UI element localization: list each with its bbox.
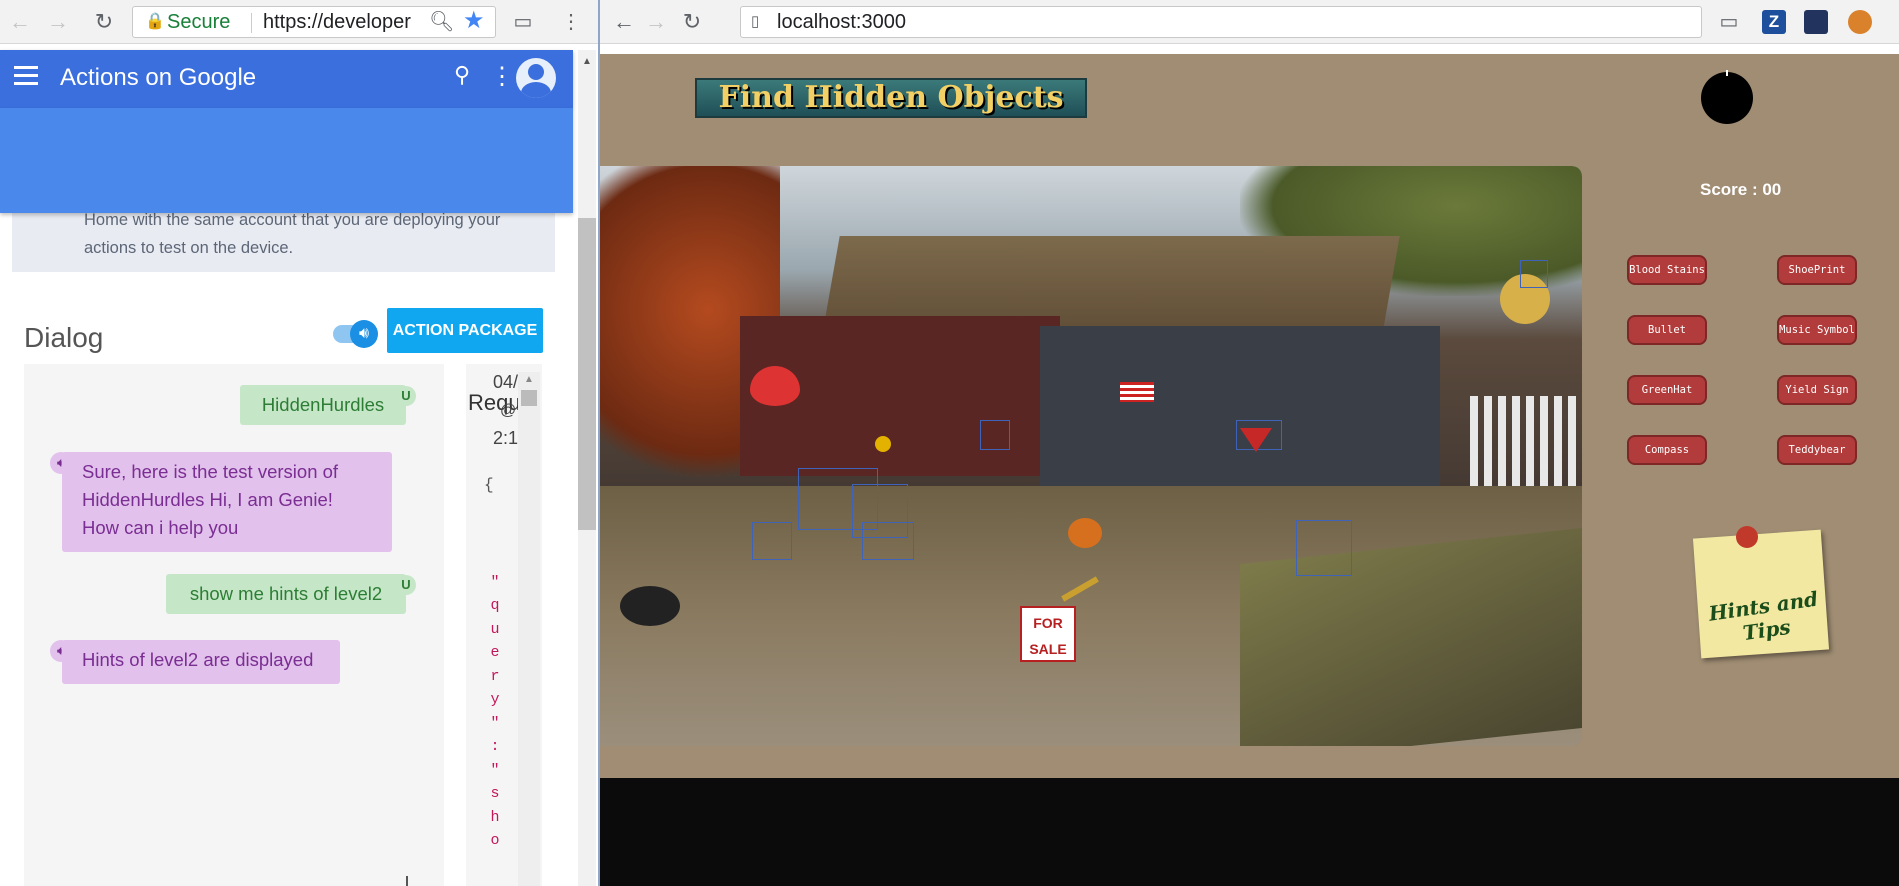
left-browser-window: ← → ↻ 🔒 Secure https://developer 🔍︎ ★ ▭ … (0, 0, 598, 886)
profile-extension-icon[interactable] (1848, 10, 1872, 34)
reload-icon[interactable]: ↻ (678, 8, 706, 36)
request-at: @ (500, 402, 517, 419)
json-content: " q u e r y " : " s h o (490, 573, 500, 850)
tire-object[interactable] (620, 586, 680, 626)
object-button-shoeprint[interactable]: ShoePrint (1777, 255, 1857, 285)
search-icon[interactable]: ⚲ (454, 62, 470, 88)
left-address-bar[interactable]: 🔒 Secure https://developer 🔍︎ ★ (132, 6, 496, 38)
page-scroll-thumb[interactable] (578, 218, 596, 530)
request-scrollbar[interactable]: ▲ (518, 372, 540, 886)
user-message: show me hints of level2 (166, 574, 406, 614)
for-sale-sign[interactable]: FOR SALE (1020, 606, 1076, 662)
mic-icon[interactable] (406, 876, 408, 886)
scroll-up-arrow-icon[interactable]: ▲ (582, 56, 592, 67)
aog-title: Actions on Google (60, 64, 257, 91)
object-button-greenhat[interactable]: GreenHat (1627, 375, 1707, 405)
back-icon[interactable]: ← (610, 8, 638, 36)
user-badge: U (396, 575, 416, 595)
bot-message: Hints of level2 are displayed (62, 640, 340, 684)
left-url-text: https://developer (263, 11, 411, 33)
right-url-text: localhost:3000 (777, 11, 906, 33)
json-open-brace: { (484, 476, 494, 494)
old-car (1240, 528, 1582, 746)
action-package-button[interactable]: ACTION PACKAGE (387, 308, 543, 353)
game-canvas: Find Hidden Objects FOR SALE Score: 00 … (600, 54, 1899, 778)
dialog-title: Dialog (24, 322, 104, 353)
aog-header: Actions on Google ⚲ ⋮ (0, 50, 573, 108)
forward-icon[interactable]: → (642, 8, 670, 36)
for-sale-text: FOR SALE (1029, 615, 1067, 657)
object-button-compass[interactable]: Compass (1627, 435, 1707, 465)
bot-message: Sure, here is the test version of Hidden… (62, 452, 392, 552)
hidden-object-scene[interactable]: FOR SALE (600, 166, 1582, 746)
request-time: 2:1 (493, 428, 519, 448)
timer-icon (1701, 72, 1753, 124)
flag-extension-icon[interactable] (1804, 10, 1828, 34)
user-badge: U (396, 386, 416, 406)
hint-box[interactable] (1520, 260, 1548, 288)
reload-icon[interactable]: ↻ (90, 8, 118, 36)
object-button-music-symbol[interactable]: Music Symbol (1777, 315, 1857, 345)
lock-icon: 🔒 (145, 13, 165, 30)
pumpkin-object[interactable] (1068, 518, 1102, 548)
zoom-icon[interactable]: 🔍︎ (429, 7, 454, 37)
user-message: HiddenHurdles (240, 385, 406, 425)
page-info-icon[interactable]: ▯ (751, 7, 759, 37)
scroll-thumb[interactable] (521, 390, 537, 406)
address-divider (251, 13, 252, 33)
pushpin-icon (1736, 526, 1758, 548)
white-fence (1470, 396, 1582, 486)
bookmark-star-icon[interactable]: ★ (463, 7, 485, 36)
us-flag-object[interactable] (1120, 382, 1154, 402)
hamburger-menu-icon[interactable] (14, 66, 38, 88)
sunflower-object[interactable] (875, 436, 891, 452)
object-button-bullet[interactable]: Bullet (1627, 315, 1707, 345)
object-button-blood-stains[interactable]: Blood Stains (1627, 255, 1707, 285)
hint-box[interactable] (1296, 520, 1352, 576)
forward-icon[interactable]: → (44, 8, 72, 36)
hint-box[interactable] (862, 522, 914, 560)
heart-object[interactable] (750, 366, 800, 406)
gray-wall (1040, 326, 1440, 496)
hint-box[interactable] (752, 522, 792, 560)
score-display: Score : 00 (1700, 180, 1782, 199)
aog-blue-banner (0, 108, 573, 213)
hint-box[interactable] (980, 420, 1010, 450)
request-date: 04/ (493, 372, 519, 392)
yield-sign-object[interactable] (1240, 428, 1272, 452)
object-button-teddybear[interactable]: Teddybear (1777, 435, 1857, 465)
menu-dots-icon[interactable]: ⋮ (558, 9, 584, 35)
left-browser-toolbar: ← → ↻ 🔒 Secure https://developer 🔍︎ ★ ▭ … (0, 0, 598, 44)
more-options-icon[interactable]: ⋮ (490, 62, 514, 91)
object-button-yield-sign[interactable]: Yield Sign (1777, 375, 1857, 405)
cast-icon[interactable]: ▭ (510, 9, 536, 35)
page-bottom (600, 778, 1899, 886)
secure-label: Secure (167, 11, 231, 33)
dialog-chat: HiddenHurdles U 🔊︎ Sure, here is the tes… (24, 364, 444, 886)
right-browser-toolbar: ← → ↻ ▯ localhost:3000 ▭ Z (600, 0, 1899, 44)
zotero-extension-icon[interactable]: Z (1762, 10, 1786, 34)
speaker-icon[interactable]: 🔊︎ (350, 320, 378, 348)
back-icon[interactable]: ← (6, 8, 34, 36)
scroll-up-icon[interactable]: ▲ (524, 374, 534, 385)
right-address-bar[interactable]: ▯ localhost:3000 (740, 6, 1702, 38)
avatar[interactable] (516, 58, 556, 98)
right-browser-window: ← → ↻ ▯ localhost:3000 ▭ Z Find Hidden O… (598, 0, 1899, 886)
timer-tick (1726, 70, 1728, 76)
game-logo: Find Hidden Objects (695, 78, 1087, 118)
cast-icon[interactable]: ▭ (1716, 9, 1742, 35)
